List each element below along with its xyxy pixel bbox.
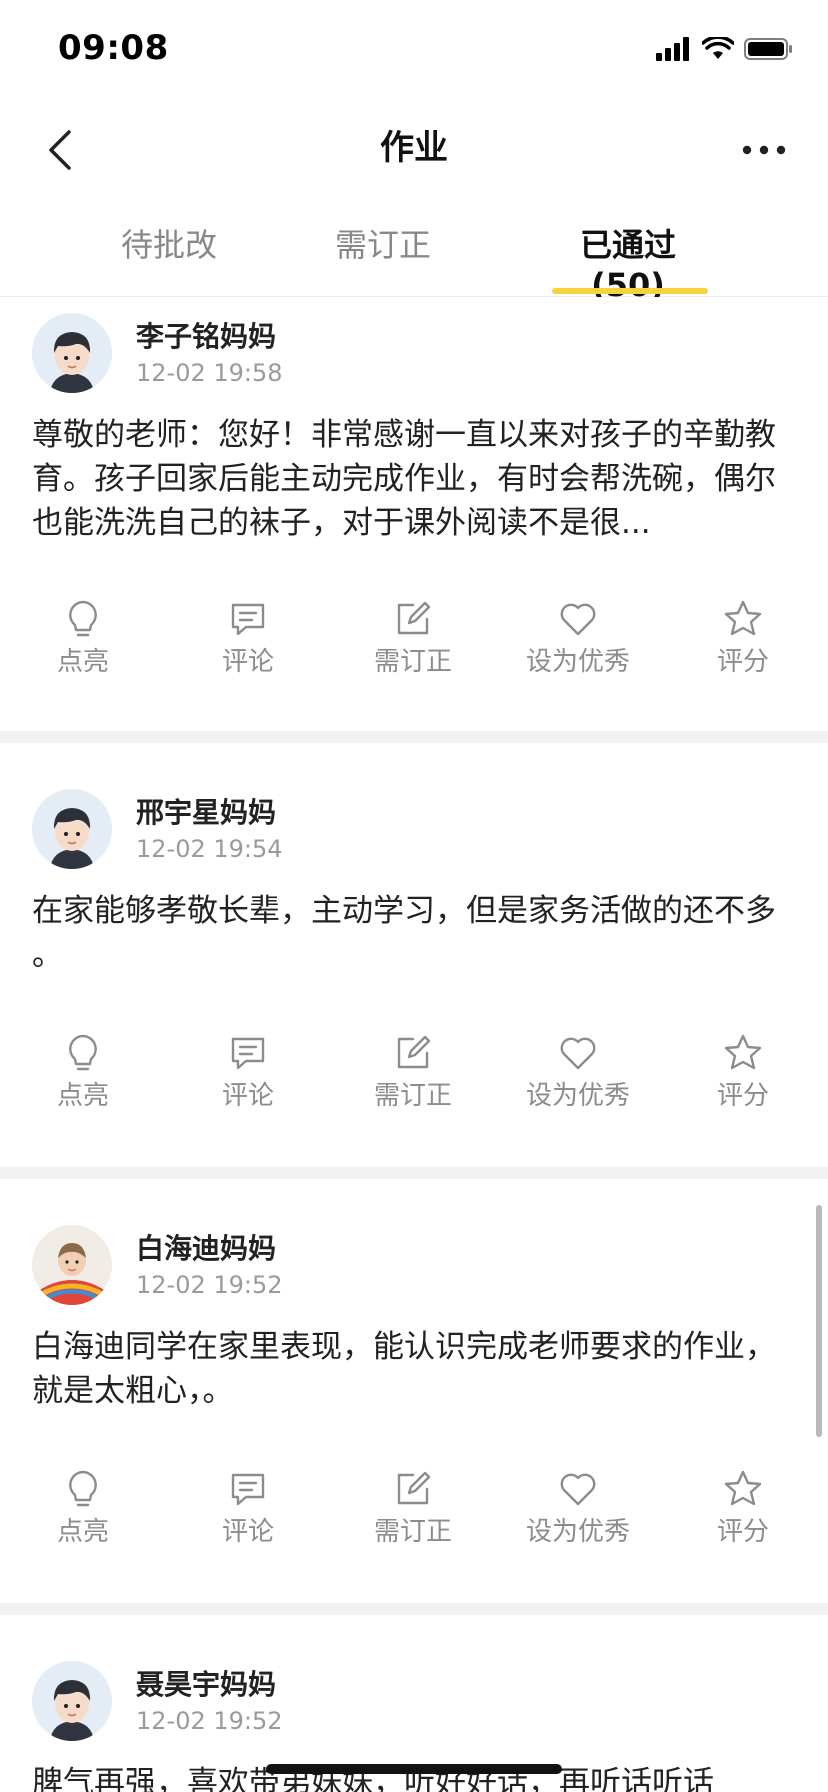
- post-divider: [0, 731, 828, 743]
- active-tab-indicator: [552, 288, 708, 294]
- post-actions: 点亮 评论 需订正 设为优秀 评分: [0, 599, 828, 689]
- comment-button[interactable]: 评论: [183, 1469, 313, 1548]
- nav-bar: 作业: [0, 100, 828, 200]
- action-label: 评分: [716, 1517, 769, 1547]
- scrollbar[interactable]: [816, 1205, 822, 1437]
- edit-icon: [397, 1035, 431, 1069]
- post-card[interactable]: 邢宇星妈妈 12-02 19:54 在家能够孝敬长辈，主动学习，但是家务活做的还…: [0, 743, 828, 1167]
- edit-icon: [397, 601, 431, 635]
- battery-icon: [744, 38, 792, 60]
- tab-bar: 待批改 需订正 已通过(50): [0, 200, 828, 304]
- action-label: 需订正: [373, 647, 452, 677]
- boy-avatar-icon: [32, 789, 112, 869]
- comment-icon: [231, 1037, 265, 1070]
- light-up-button[interactable]: 点亮: [18, 599, 148, 678]
- needs-correction-button[interactable]: 需订正: [348, 1033, 478, 1112]
- status-time: 09:08: [58, 28, 169, 68]
- post-text: 尊敬的老师：您好！非常感谢一直以来对孩子的辛勤教育。孩子回家后能主动完成作业，有…: [32, 417, 776, 541]
- avatar: [32, 789, 112, 869]
- author-name: 邢宇星妈妈: [136, 796, 277, 829]
- home-indicator[interactable]: [266, 1764, 562, 1774]
- action-label: 评论: [221, 1517, 274, 1547]
- action-label: 点亮: [56, 1517, 109, 1547]
- status-bar: 09:08: [0, 0, 828, 100]
- light-up-button[interactable]: 点亮: [18, 1469, 148, 1548]
- post-text: 白海迪同学在家里表现，能认识完成老师要求的作业，就是太粗心，。: [32, 1329, 776, 1409]
- page-title: 作业: [380, 128, 448, 168]
- star-icon: [724, 1470, 762, 1506]
- homework-screen: 09:08 作业 待批改 需订正 已通过(50) 李子铭妈妈 12-02 19:…: [0, 0, 828, 1792]
- action-label: 点亮: [56, 647, 109, 677]
- post-actions: 点亮 评论 需订正 设为优秀 评分: [0, 1469, 828, 1559]
- avatar: [32, 1661, 112, 1741]
- more-dots-icon: [742, 145, 786, 155]
- avatar: [32, 1225, 112, 1305]
- author-name: 白海迪妈妈: [136, 1232, 277, 1265]
- needs-correction-button[interactable]: 需订正: [348, 599, 478, 678]
- post-text: 在家能够孝敬长辈，主动学习，但是家务活做的还不多 。: [32, 893, 776, 973]
- heart-icon: [560, 603, 596, 636]
- action-label: 设为优秀: [525, 1081, 630, 1111]
- rate-button[interactable]: 评分: [678, 599, 808, 678]
- tab-pending[interactable]: 待批改: [106, 220, 232, 266]
- heart-icon: [560, 1037, 596, 1070]
- bulb-icon: [69, 1470, 97, 1507]
- post-time: 12-02 19:54: [136, 835, 283, 863]
- light-up-button[interactable]: 点亮: [18, 1033, 148, 1112]
- tab-needs-correction[interactable]: 需订正: [320, 220, 446, 266]
- action-label: 需订正: [373, 1517, 452, 1547]
- needs-correction-button[interactable]: 需订正: [348, 1469, 478, 1548]
- child-photo-avatar-icon: [32, 1225, 112, 1305]
- mark-excellent-button[interactable]: 设为优秀: [513, 1033, 643, 1112]
- post-time: 12-02 19:52: [136, 1271, 283, 1299]
- action-label: 评论: [221, 1081, 274, 1111]
- action-label: 需订正: [373, 1081, 452, 1111]
- mark-excellent-button[interactable]: 设为优秀: [513, 599, 643, 678]
- action-label: 设为优秀: [525, 1517, 630, 1547]
- signal-icon: [656, 37, 689, 61]
- comment-button[interactable]: 评论: [183, 1033, 313, 1112]
- action-label: 点亮: [56, 1081, 109, 1111]
- more-button[interactable]: [736, 130, 792, 170]
- rate-button[interactable]: 评分: [678, 1469, 808, 1548]
- post-divider: [0, 1167, 828, 1179]
- boy-avatar-icon: [32, 313, 112, 393]
- action-label: 评分: [716, 1081, 769, 1111]
- bulb-icon: [69, 1034, 97, 1071]
- boy-avatar-icon: [32, 1661, 112, 1741]
- rate-button[interactable]: 评分: [678, 1033, 808, 1112]
- status-icons: [656, 34, 794, 64]
- wifi-icon: [702, 37, 734, 59]
- author-name: 聂昊宇妈妈: [136, 1668, 277, 1701]
- action-label: 评论: [221, 647, 274, 677]
- avatar: [32, 313, 112, 393]
- edit-icon: [397, 1471, 431, 1505]
- comment-icon: [231, 603, 265, 636]
- bulb-icon: [69, 600, 97, 637]
- mark-excellent-button[interactable]: 设为优秀: [513, 1469, 643, 1548]
- post-card[interactable]: 白海迪妈妈 12-02 19:52 白海迪同学在家里表现，能认识完成老师要求的作…: [0, 1179, 828, 1603]
- homework-feed: 李子铭妈妈 12-02 19:58 尊敬的老师：您好！非常感谢一直以来对孩子的辛…: [0, 297, 828, 1792]
- heart-icon: [560, 1473, 596, 1506]
- action-label: 设为优秀: [525, 647, 630, 677]
- comment-button[interactable]: 评论: [183, 599, 313, 678]
- post-actions: 点亮 评论 需订正 设为优秀 评分: [0, 1033, 828, 1123]
- comment-icon: [231, 1473, 265, 1506]
- star-icon: [724, 1034, 762, 1070]
- action-label: 评分: [716, 647, 769, 677]
- post-time: 12-02 19:58: [136, 359, 283, 387]
- star-icon: [724, 600, 762, 636]
- post-divider: [0, 1603, 828, 1615]
- post-time: 12-02 19:52: [136, 1707, 283, 1735]
- post-card[interactable]: 李子铭妈妈 12-02 19:58 尊敬的老师：您好！非常感谢一直以来对孩子的辛…: [0, 297, 828, 731]
- author-name: 李子铭妈妈: [136, 320, 277, 353]
